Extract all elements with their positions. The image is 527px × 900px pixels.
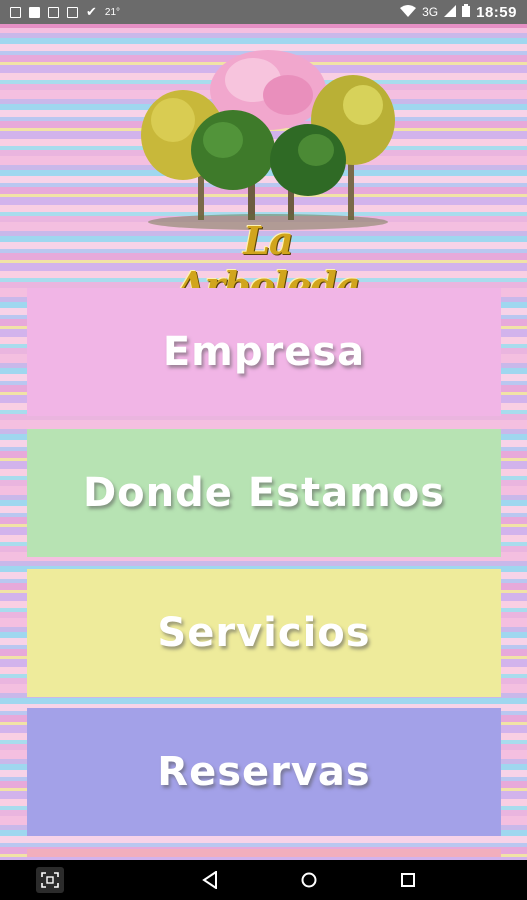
image-icon	[48, 6, 59, 18]
signal-icon	[444, 4, 457, 20]
recents-icon[interactable]	[393, 865, 423, 895]
facebook-icon	[29, 6, 40, 18]
wifi-icon	[400, 4, 417, 20]
menu-item-reservas[interactable]: Reservas	[27, 708, 501, 836]
check-icon: ✔	[86, 4, 97, 19]
network-type: 3G	[422, 5, 439, 19]
menu-item-label: Empresa	[162, 329, 366, 375]
menu-item-label: Servicios	[157, 610, 371, 656]
notification-icons: ✔ 21°	[0, 4, 120, 20]
system-icons: 3G 18:59	[400, 4, 527, 21]
app-header: La Arboleda	[0, 28, 527, 308]
menu-item-servicios[interactable]: Servicios	[27, 569, 501, 697]
android-nav-bar	[0, 860, 527, 900]
mail-icon	[10, 6, 21, 18]
menu-item-empresa[interactable]: Empresa	[27, 288, 501, 416]
screen-icon	[67, 6, 78, 18]
menu-item-donde-estamos[interactable]: Donde Estamos	[27, 429, 501, 557]
back-icon[interactable]	[195, 865, 225, 895]
status-bar: ✔ 21° 3G 18:59	[0, 0, 527, 24]
app-logo: La Arboleda	[138, 50, 398, 308]
battery-icon	[462, 4, 471, 20]
screenshot-scan-icon[interactable]	[36, 867, 64, 893]
temperature-text: 21°	[104, 6, 121, 18]
trees-illustration	[141, 50, 395, 230]
menu-item-label: Donde Estamos	[82, 470, 446, 516]
clock: 18:59	[476, 3, 517, 21]
home-icon[interactable]	[294, 865, 324, 895]
menu-item-next-partial[interactable]	[27, 849, 501, 857]
menu-item-label: Reservas	[157, 749, 371, 795]
